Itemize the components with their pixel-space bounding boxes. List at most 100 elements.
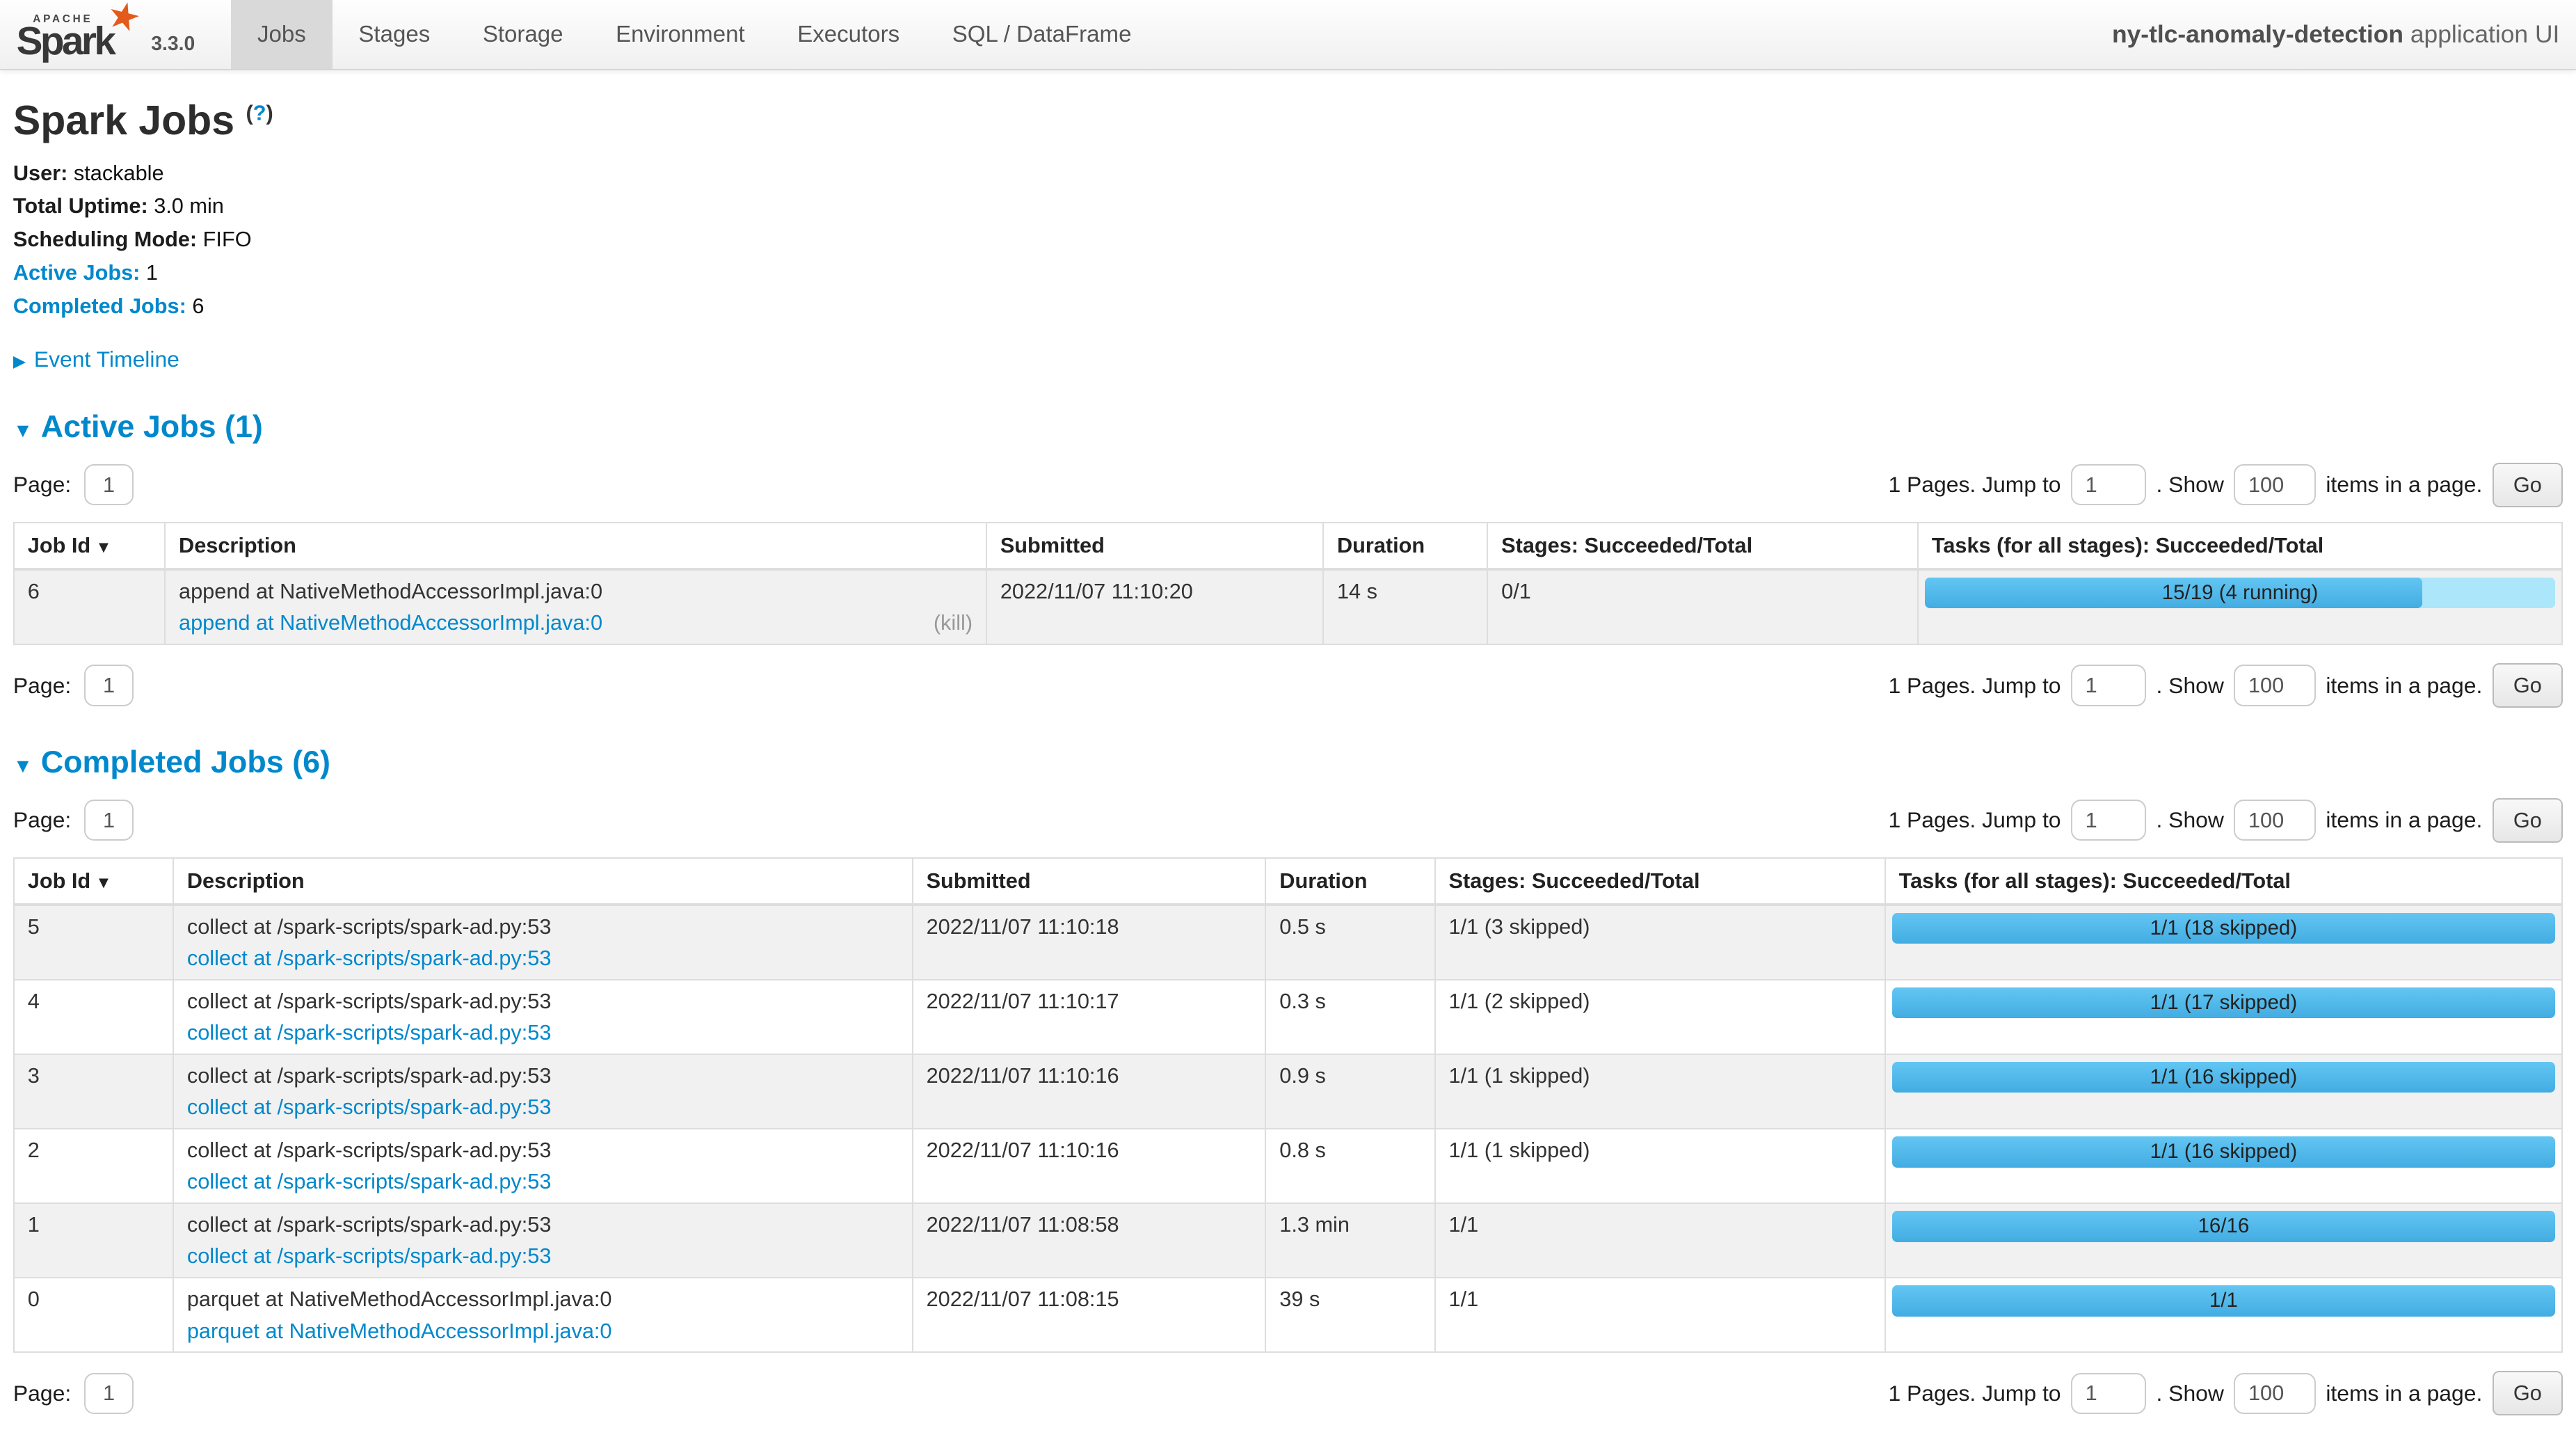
job-stages-cell: 1/1	[1435, 1278, 1885, 1352]
spark-logo: APACHE Spark ★	[17, 5, 125, 61]
active-jobs-pagination-top: Page: 1 Pages. Jump to . Show items in a…	[13, 463, 2563, 507]
completed-jobs-pagination-bottom: Page: 1 Pages. Jump to . Show items in a…	[13, 1371, 2563, 1415]
progress-label: 1/1	[1892, 1285, 2555, 1317]
active-jobs-pagination-bottom: Page: 1 Pages. Jump to . Show items in a…	[13, 663, 2563, 708]
jump-to-input[interactable]	[2071, 800, 2147, 841]
tab-executors[interactable]: Executors	[771, 0, 926, 69]
tab-jobs[interactable]: Jobs	[231, 0, 332, 69]
help-question-icon[interactable]: ?	[253, 100, 266, 125]
progress-label: 15/19 (4 running)	[1925, 578, 2554, 609]
items-text: items in a page.	[2326, 673, 2482, 699]
header-tasks[interactable]: Tasks (for all stages): Succeeded/Total	[1885, 858, 2562, 905]
active-jobs-link[interactable]: Active Jobs:	[13, 260, 140, 285]
application-name: ny-tlc-anomaly-detection	[2112, 20, 2403, 48]
job-detail-link[interactable]: collect at /spark-scripts/spark-ad.py:53	[187, 1244, 552, 1269]
job-submitted-cell: 2022/11/07 11:08:15	[913, 1278, 1266, 1352]
header-stages[interactable]: Stages: Succeeded/Total	[1487, 523, 1918, 569]
job-tasks-cell: 16/16	[1885, 1203, 2562, 1278]
job-description-cell: collect at /spark-scripts/spark-ad.py:53…	[173, 980, 913, 1054]
page-size-input[interactable]	[2234, 800, 2316, 841]
header-submitted[interactable]: Submitted	[986, 523, 1323, 569]
page-number-input[interactable]	[84, 800, 134, 841]
jump-to-input[interactable]	[2071, 464, 2147, 505]
job-description-text: collect at /spark-scripts/spark-ad.py:53	[187, 1212, 899, 1237]
header-description[interactable]: Description	[165, 523, 986, 569]
page-size-input[interactable]	[2234, 464, 2316, 505]
page-number-input[interactable]	[84, 1373, 134, 1414]
tab-storage[interactable]: Storage	[456, 0, 589, 69]
header-submitted[interactable]: Submitted	[913, 858, 1266, 905]
progress-label: 1/1 (17 skipped)	[1892, 987, 2555, 1019]
info-user: User: stackable	[13, 161, 2563, 186]
items-text: items in a page.	[2326, 807, 2482, 833]
nav-tabs: Jobs Stages Storage Environment Executor…	[231, 0, 1158, 69]
spark-star-icon: ★	[104, 0, 145, 36]
jump-to-input[interactable]	[2071, 1373, 2147, 1414]
job-submitted-cell: 2022/11/07 11:10:20	[986, 569, 1323, 644]
header-job-id[interactable]: Job Id▼	[14, 523, 165, 569]
job-tasks-cell: 15/19 (4 running)	[1918, 569, 2562, 644]
job-id-cell: 2	[14, 1129, 173, 1203]
completed-jobs-pagination-top: Page: 1 Pages. Jump to . Show items in a…	[13, 798, 2563, 843]
go-button[interactable]: Go	[2493, 663, 2563, 708]
page-size-input[interactable]	[2234, 1373, 2316, 1414]
job-detail-link[interactable]: collect at /spark-scripts/spark-ad.py:53	[187, 1169, 552, 1194]
application-title-suffix: application UI	[2403, 20, 2559, 48]
header-stages[interactable]: Stages: Succeeded/Total	[1435, 858, 1885, 905]
job-description-cell: collect at /spark-scripts/spark-ad.py:53…	[173, 1203, 913, 1278]
main-content: Spark Jobs (?) User: stackable Total Upt…	[0, 97, 2576, 1453]
job-submitted-cell: 2022/11/07 11:08:58	[913, 1203, 1266, 1278]
job-id-cell: 6	[14, 569, 165, 644]
expand-arrow-icon: ▶	[13, 351, 26, 372]
go-button[interactable]: Go	[2493, 463, 2563, 507]
completed-job-row: 5 collect at /spark-scripts/spark-ad.py:…	[14, 905, 2562, 980]
completed-job-row: 2 collect at /spark-scripts/spark-ad.py:…	[14, 1129, 2562, 1203]
job-detail-link[interactable]: collect at /spark-scripts/spark-ad.py:53	[187, 946, 552, 971]
go-button[interactable]: Go	[2493, 1371, 2563, 1415]
job-detail-link[interactable]: collect at /spark-scripts/spark-ad.py:53	[187, 1095, 552, 1120]
job-id-cell: 1	[14, 1203, 173, 1278]
completed-jobs-heading[interactable]: ▼Completed Jobs (6)	[13, 744, 2563, 780]
header-description[interactable]: Description	[173, 858, 913, 905]
tasks-progress-bar: 16/16	[1892, 1211, 2555, 1242]
job-description-cell: collect at /spark-scripts/spark-ad.py:53…	[173, 905, 913, 980]
info-scheduling-mode: Scheduling Mode: FIFO	[13, 227, 2563, 252]
header-duration[interactable]: Duration	[1323, 523, 1487, 569]
help-link[interactable]: (?)	[246, 100, 273, 125]
items-text: items in a page.	[2326, 1381, 2482, 1406]
job-id-cell: 0	[14, 1278, 173, 1352]
progress-label: 1/1 (18 skipped)	[1892, 913, 2555, 944]
page-size-input[interactable]	[2234, 665, 2316, 706]
page-label: Page:	[13, 472, 71, 498]
job-detail-link[interactable]: collect at /spark-scripts/spark-ad.py:53	[187, 1020, 552, 1045]
kill-link[interactable]: (kill)	[934, 610, 973, 635]
header-duration[interactable]: Duration	[1265, 858, 1434, 905]
jump-to-input[interactable]	[2071, 665, 2147, 706]
page-number-input[interactable]	[84, 665, 134, 706]
tasks-progress-bar: 1/1 (16 skipped)	[1892, 1062, 2555, 1093]
job-detail-link[interactable]: parquet at NativeMethodAccessorImpl.java…	[187, 1319, 612, 1344]
go-button[interactable]: Go	[2493, 798, 2563, 843]
job-stages-cell: 1/1 (1 skipped)	[1435, 1054, 1885, 1129]
completed-jobs-link[interactable]: Completed Jobs:	[13, 294, 186, 318]
active-jobs-table: Job Id▼ Description Submitted Duration S…	[13, 522, 2563, 645]
active-job-row: 6 append at NativeMethodAccessorImpl.jav…	[14, 569, 2562, 644]
progress-label: 1/1 (16 skipped)	[1892, 1136, 2555, 1168]
job-tasks-cell: 1/1 (17 skipped)	[1885, 980, 2562, 1054]
tab-environment[interactable]: Environment	[589, 0, 771, 69]
sort-desc-icon: ▼	[95, 539, 111, 557]
info-active-jobs: Active Jobs: 1	[13, 260, 2563, 285]
page-label: Page:	[13, 673, 71, 699]
header-tasks[interactable]: Tasks (for all stages): Succeeded/Total	[1918, 523, 2562, 569]
tab-stages[interactable]: Stages	[333, 0, 456, 69]
job-description-cell: parquet at NativeMethodAccessorImpl.java…	[173, 1278, 913, 1352]
show-text: . Show	[2156, 472, 2223, 498]
header-job-id[interactable]: Job Id▼	[14, 858, 173, 905]
job-detail-link[interactable]: append at NativeMethodAccessorImpl.java:…	[179, 610, 602, 635]
event-timeline-toggle[interactable]: ▶Event Timeline	[13, 347, 2563, 372]
active-jobs-heading[interactable]: ▼Active Jobs (1)	[13, 408, 2563, 445]
page-number-input[interactable]	[84, 464, 134, 505]
tab-sql-dataframe[interactable]: SQL / DataFrame	[926, 0, 1158, 69]
completed-job-row: 1 collect at /spark-scripts/spark-ad.py:…	[14, 1203, 2562, 1278]
show-text: . Show	[2156, 1381, 2223, 1406]
